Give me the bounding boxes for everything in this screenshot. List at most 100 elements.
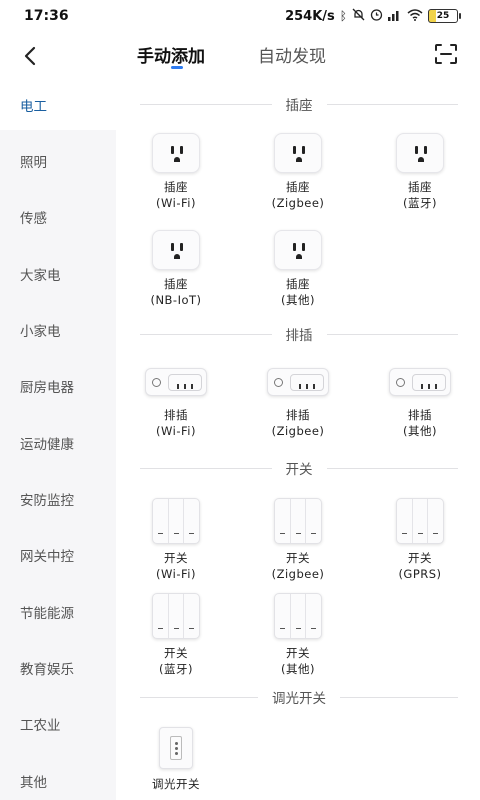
divider [326, 333, 458, 335]
divider [326, 467, 458, 469]
device-power-strip-zigbee[interactable]: 排插 (Zigbee) [238, 367, 358, 439]
device-variant: (其他) [281, 662, 315, 676]
device-name: 开关 [408, 551, 432, 565]
device-variant: (GPRS) [398, 567, 442, 581]
socket-icon [396, 133, 444, 173]
device-name: 插座 [408, 180, 432, 194]
device-switch-other[interactable]: 开关 (其他) [238, 593, 358, 677]
sidebar-item-kitchen[interactable]: 厨房电器 [20, 376, 74, 396]
device-socket-other[interactable]: 插座 (其他) [238, 229, 358, 308]
device-dimmer-switch[interactable]: 调光开关 [116, 726, 236, 792]
device-name: 排插 [164, 408, 188, 422]
wall-switch-icon [152, 498, 200, 544]
divider [140, 467, 272, 469]
scan-button[interactable] [432, 40, 460, 68]
device-name: 开关 [286, 646, 310, 660]
device-name: 开关 [286, 551, 310, 565]
device-variant: (蓝牙) [403, 196, 437, 210]
device-variant: (Wi-Fi) [156, 567, 196, 581]
bluetooth-icon: ᛒ [339, 9, 347, 23]
sidebar-item-security[interactable]: 安防监控 [20, 489, 74, 509]
device-name: 插座 [164, 180, 188, 194]
device-variant: (Zigbee) [271, 567, 325, 581]
divider [340, 696, 458, 698]
status-icons: 254K/s ᛒ 25 [285, 8, 461, 24]
section-header-power-strip: 排插 [140, 324, 458, 344]
section-title: 插座 [285, 98, 313, 114]
device-variant: (Wi-Fi) [156, 196, 196, 210]
wifi-icon [407, 8, 423, 24]
device-socket-zigbee[interactable]: 插座 (Zigbee) [238, 132, 358, 211]
device-name: 排插 [286, 408, 310, 422]
wall-switch-icon [274, 498, 322, 544]
socket-icon [152, 230, 200, 270]
section-title: 开关 [285, 462, 313, 478]
back-button[interactable] [14, 40, 46, 72]
socket-icon [274, 133, 322, 173]
divider [140, 103, 272, 105]
tab-auto-discover[interactable]: 自动发现 [258, 42, 326, 67]
sidebar-item-gateway[interactable]: 网关中控 [20, 545, 74, 565]
device-variant: (Zigbee) [271, 196, 325, 210]
sidebar-active-highlight [0, 84, 116, 130]
socket-icon [152, 133, 200, 173]
device-variant: (Wi-Fi) [156, 424, 196, 438]
device-socket-nbiot[interactable]: 插座 (NB-IoT) [116, 229, 236, 308]
divider [140, 333, 272, 335]
device-power-strip-other[interactable]: 排插 (其他) [360, 367, 480, 439]
wall-switch-icon [152, 593, 200, 639]
socket-icon [274, 230, 322, 270]
sidebar-item-energy[interactable]: 节能能源 [20, 602, 74, 622]
sidebar-item-education[interactable]: 教育娱乐 [20, 658, 74, 678]
status-bar: 17:36 254K/s ᛒ 25 [0, 0, 480, 32]
sidebar-item-sensors[interactable]: 传感 [20, 207, 47, 227]
signal-icon [388, 9, 402, 24]
divider [140, 696, 258, 698]
device-variant: (其他) [403, 424, 437, 438]
section-header-switch: 开关 [140, 458, 458, 478]
device-name: 插座 [286, 277, 310, 291]
header: 手动添加 自动发现 [0, 32, 480, 84]
device-switch-gprs[interactable]: 开关 (GPRS) [360, 498, 480, 582]
device-socket-wifi[interactable]: 插座 (Wi-Fi) [116, 132, 236, 211]
active-tab-indicator [171, 66, 183, 69]
device-switch-bluetooth[interactable]: 开关 (蓝牙) [116, 593, 236, 677]
device-name: 排插 [408, 408, 432, 422]
tab-manual-add[interactable]: 手动添加 [137, 42, 205, 67]
power-strip-icon [389, 368, 451, 396]
device-variant: (Zigbee) [271, 424, 325, 438]
device-name: 开关 [164, 646, 188, 660]
section-title: 调光开关 [272, 691, 326, 707]
sidebar-item-electrical[interactable]: 电工 [20, 95, 47, 115]
device-name: 开关 [164, 551, 188, 565]
device-switch-zigbee[interactable]: 开关 (Zigbee) [238, 498, 358, 582]
device-name: 插座 [286, 180, 310, 194]
device-list: 插座 插座 (Wi-Fi) 插座 (Zigbee) 插座 (蓝牙) 插座 (NB… [116, 84, 480, 800]
sidebar-item-other[interactable]: 其他 [20, 771, 47, 791]
wall-switch-icon [274, 593, 322, 639]
section-title: 排插 [285, 328, 313, 344]
mute-icon [352, 8, 365, 24]
net-speed: 254K/s [285, 8, 335, 24]
device-name: 调光开关 [152, 777, 200, 791]
status-time: 17:36 [24, 8, 69, 24]
scan-icon [435, 44, 457, 64]
device-switch-wifi[interactable]: 开关 (Wi-Fi) [116, 498, 236, 582]
divider [326, 103, 458, 105]
chevron-left-icon [24, 46, 36, 66]
sidebar-item-small-appliances[interactable]: 小家电 [20, 320, 61, 340]
sidebar-item-large-appliances[interactable]: 大家电 [20, 264, 61, 284]
sidebar-item-lighting[interactable]: 照明 [20, 151, 47, 171]
device-variant: (蓝牙) [159, 662, 193, 676]
power-strip-icon [145, 368, 207, 396]
device-variant: (NB-IoT) [150, 293, 202, 307]
dimmer-switch-icon [159, 727, 193, 769]
section-header-dimmer: 调光开关 [140, 687, 458, 707]
alarm-icon [370, 8, 383, 24]
device-power-strip-wifi[interactable]: 排插 (Wi-Fi) [116, 367, 236, 439]
device-socket-bluetooth[interactable]: 插座 (蓝牙) [360, 132, 480, 211]
section-header-socket: 插座 [140, 94, 458, 114]
sidebar-item-sports-health[interactable]: 运动健康 [20, 433, 74, 453]
sidebar-item-industry[interactable]: 工农业 [20, 714, 61, 734]
battery-icon: 25 [428, 9, 461, 23]
